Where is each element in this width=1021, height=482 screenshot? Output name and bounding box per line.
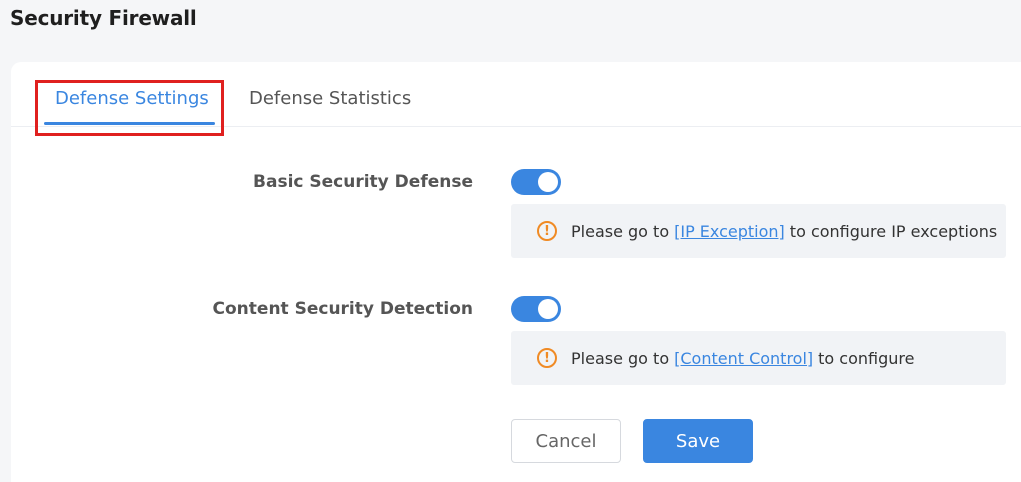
save-button[interactable]: Save — [643, 419, 753, 463]
content-control-link[interactable]: [Content Control] — [674, 349, 813, 368]
basic-security-toggle[interactable] — [511, 169, 561, 195]
tab-defense-statistics[interactable]: Defense Statistics — [249, 88, 411, 109]
toggle-knob — [538, 299, 558, 319]
notice-suffix: to configure IP exceptions — [789, 221, 998, 241]
warning-icon: ! — [537, 348, 557, 368]
notice-prefix: Please go to — [571, 348, 670, 368]
content-control-notice: ! Please go to [Content Control] to conf… — [511, 331, 1006, 385]
content-security-label: Content Security Detection — [212, 299, 473, 319]
ip-exception-notice: ! Please go to [IP Exception] to configu… — [511, 204, 1006, 258]
warning-icon: ! — [537, 221, 557, 241]
firewall-card: Defense Settings Defense Statistics Basi… — [11, 62, 1021, 482]
cancel-button[interactable]: Cancel — [511, 419, 621, 463]
notice-suffix: to configure — [818, 348, 915, 368]
notice-prefix: Please go to — [571, 221, 670, 241]
content-security-toggle[interactable] — [511, 296, 561, 322]
toggle-knob — [538, 172, 558, 192]
highlight-annotation-box — [35, 80, 224, 136]
page-title: Security Firewall — [10, 6, 197, 30]
basic-security-label: Basic Security Defense — [253, 172, 473, 192]
tab-bar: Defense Settings Defense Statistics — [11, 62, 1021, 136]
ip-exception-link[interactable]: [IP Exception] — [674, 222, 785, 241]
